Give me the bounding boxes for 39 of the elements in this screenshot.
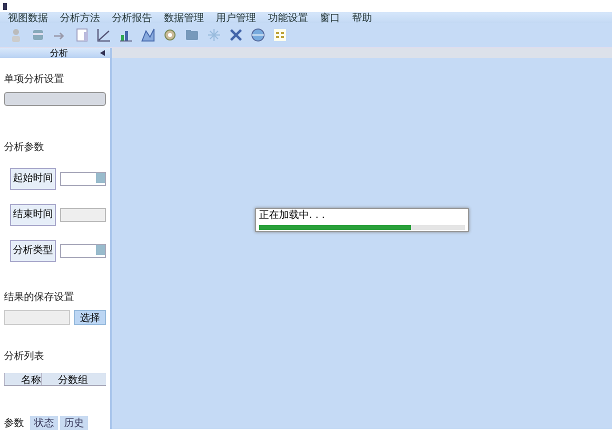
menu-item[interactable]: 功能设置: [268, 10, 308, 24]
line-chart-icon[interactable]: [96, 27, 112, 43]
panel-tab[interactable]: 状态: [30, 416, 58, 430]
section-title: 单项分析设置: [3, 72, 65, 86]
panel-title: 分析: [50, 48, 68, 60]
column-header[interactable]: 名称: [4, 373, 41, 385]
database-icon[interactable]: [30, 27, 46, 43]
column-header[interactable]: 分数组: [41, 373, 88, 385]
parameter-button[interactable]: 分析类型: [10, 240, 56, 262]
menu-item[interactable]: 视图数据: [8, 10, 48, 24]
snowflake-icon[interactable]: [206, 27, 222, 43]
dropdown-field[interactable]: [60, 244, 106, 258]
progress-message: 正在加载中. . .: [259, 210, 326, 221]
section-title: 结果的保存设置: [3, 290, 75, 304]
input-field[interactable]: [60, 208, 106, 222]
panel-tab[interactable]: 历史: [60, 416, 88, 430]
globe-icon[interactable]: [250, 27, 266, 43]
caret-icon: [96, 173, 105, 183]
app-icon: [3, 2, 7, 10]
grid-icon[interactable]: [272, 27, 288, 43]
section-title: 分析参数: [3, 140, 45, 154]
caret-icon: [96, 245, 105, 255]
menu-item[interactable]: 分析报告: [112, 10, 152, 24]
menu-item[interactable]: 数据管理: [164, 10, 204, 24]
select-button[interactable]: 选择: [74, 310, 106, 325]
collapse-icon[interactable]: [100, 50, 105, 56]
menu-item[interactable]: 帮助: [352, 10, 372, 24]
menu-item[interactable]: 分析方法: [60, 10, 100, 24]
area-chart-icon[interactable]: [140, 27, 156, 43]
folder-icon[interactable]: [184, 27, 200, 43]
document-icon[interactable]: [74, 27, 90, 43]
parameter-button[interactable]: 结束时间: [10, 204, 56, 226]
menu-item[interactable]: 用户管理: [216, 10, 256, 24]
menu-item[interactable]: 窗口: [320, 10, 340, 24]
section-title: 分析列表: [3, 350, 45, 363]
input-field[interactable]: [4, 92, 106, 106]
dropdown-field[interactable]: [60, 172, 106, 186]
path-field[interactable]: [4, 310, 70, 325]
parameter-button[interactable]: 起始时间: [10, 168, 56, 190]
